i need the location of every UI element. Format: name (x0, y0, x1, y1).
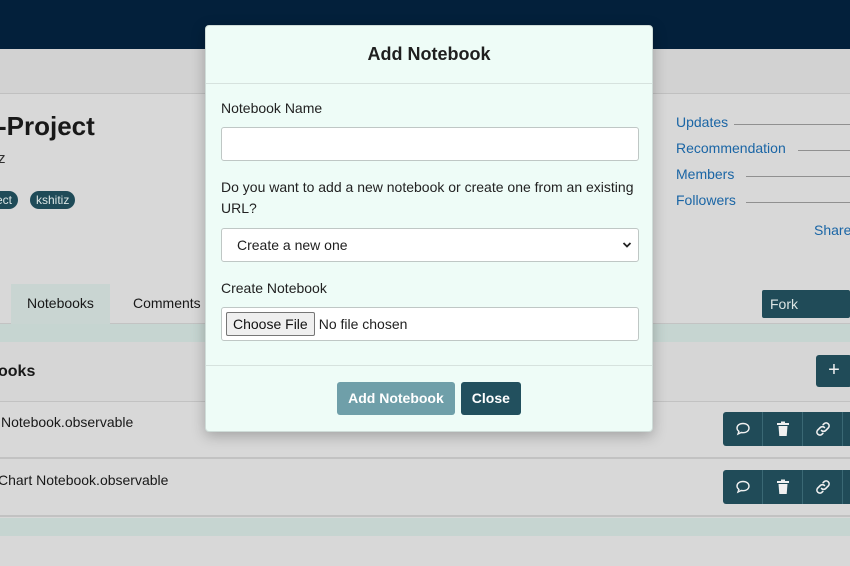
choose-file-button[interactable]: Choose File (226, 312, 315, 336)
notebook-name-input[interactable] (221, 127, 639, 161)
modal-body: Notebook Name Do you want to add a new n… (206, 84, 652, 341)
notebook-source-question: Do you want to add a new notebook or cre… (221, 179, 634, 216)
close-button[interactable]: Close (460, 382, 521, 415)
modal-header: Add Notebook (206, 26, 652, 84)
chevron-down-icon (622, 242, 632, 248)
file-status: No file chosen (318, 316, 408, 332)
notebook-name-label: Notebook Name (221, 100, 323, 116)
add-notebook-modal: Add Notebook Notebook Name Do you want t… (205, 25, 653, 432)
notebook-file-input: Choose File No file chosen (221, 307, 639, 341)
modal-title: Add Notebook (367, 44, 491, 64)
select-value: Create a new one (237, 237, 348, 253)
create-notebook-label: Create Notebook (221, 280, 327, 296)
add-notebook-button[interactable]: Add Notebook (337, 382, 455, 415)
notebook-source-select[interactable]: Create a new one (221, 228, 639, 262)
modal-footer: Add Notebook Close (206, 365, 652, 431)
